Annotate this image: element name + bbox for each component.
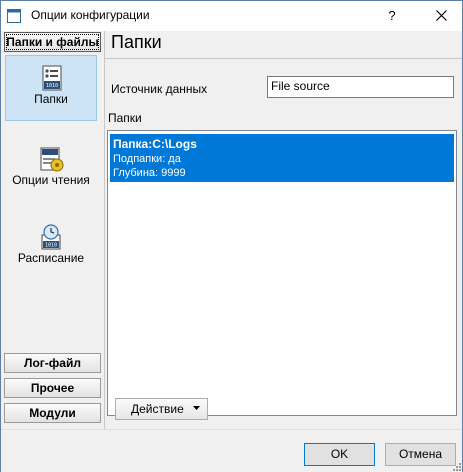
group-log-file[interactable]: Лог-файл	[4, 353, 101, 373]
window-title: Опции конфигурации	[31, 8, 150, 22]
list-item[interactable]: Папка:C:\Logs Подпапки: да Глубина: 9999	[110, 134, 454, 182]
group-modules[interactable]: Модули	[4, 403, 101, 423]
data-source-field[interactable]: File source	[267, 76, 454, 98]
cancel-button[interactable]: Отмена	[385, 443, 456, 466]
close-icon	[436, 10, 447, 21]
sidebar-item-folders[interactable]: 1010 Папки	[5, 55, 97, 121]
sidebar-item-read-options[interactable]: Опции чтения	[5, 137, 97, 203]
sidebar-item-label: Опции чтения	[12, 173, 90, 187]
folders-list[interactable]: Папка:C:\Logs Подпапки: да Глубина: 9999	[107, 130, 457, 416]
action-dropdown-button[interactable]: Действие	[115, 398, 208, 420]
sidebar-item-label: Папки	[34, 92, 68, 106]
title-divider	[105, 58, 462, 59]
folder-depth: Глубина: 9999	[113, 167, 186, 179]
title-bar: Опции конфигурации ?	[1, 1, 462, 31]
sidebar: Папки и файлы 1010 Папки Опции чтения 10…	[1, 31, 105, 429]
folder-list-icon: 1010	[42, 65, 62, 91]
group-other[interactable]: Прочее	[4, 378, 101, 398]
folder-subfolders: Подпапки: да	[113, 153, 181, 165]
main-panel: Папки Источник данных File source Папки …	[105, 31, 462, 429]
folder-path: Папка:C:\Logs	[113, 137, 197, 151]
config-dialog: Опции конфигурации ? Папки и файлы 1010 …	[0, 0, 463, 472]
close-button[interactable]	[423, 1, 459, 31]
app-icon	[7, 9, 21, 23]
page-title: Папки	[111, 32, 162, 52]
help-button[interactable]: ?	[377, 1, 407, 31]
group-folders-and-files[interactable]: Папки и файлы	[4, 32, 101, 52]
sidebar-item-schedule[interactable]: 1010 Расписание	[5, 215, 97, 281]
schedule-clock-icon: 1010	[41, 224, 61, 250]
ok-button[interactable]: OK	[304, 443, 375, 466]
resize-grip-icon[interactable]	[451, 461, 461, 471]
svg-text:1010: 1010	[45, 243, 57, 249]
dialog-footer: OK Отмена	[1, 429, 462, 472]
folders-label: Папки	[108, 111, 142, 125]
svg-text:1010: 1010	[46, 83, 58, 89]
chevron-down-icon	[193, 406, 200, 410]
sidebar-item-label: Расписание	[17, 251, 85, 265]
read-options-icon	[40, 147, 64, 172]
data-source-label: Источник данных	[111, 82, 208, 96]
action-label: Действие	[131, 402, 184, 416]
